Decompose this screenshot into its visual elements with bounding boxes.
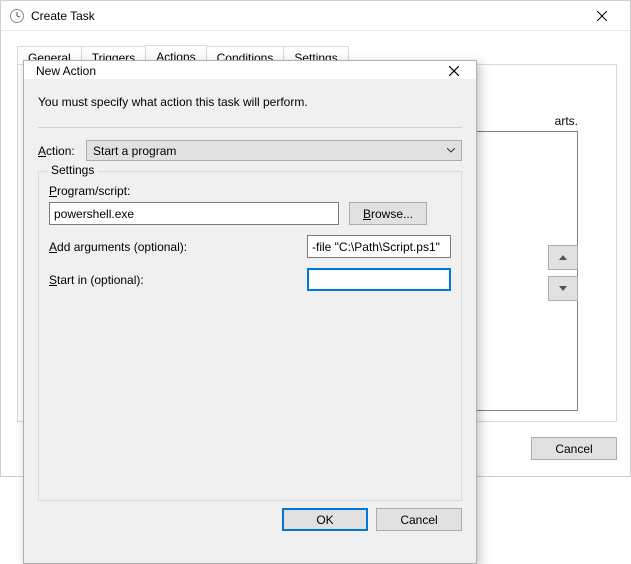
startin-row: Start in (optional): [49,268,451,291]
titlebar: Create Task [1,1,630,31]
dialog-ok-button[interactable]: OK [282,508,368,531]
settings-legend: Settings [47,163,98,177]
action-select-value: Start a program [93,144,176,158]
dialog-instruction: You must specify what action this task w… [38,95,462,109]
args-label: Add arguments (optional): [49,240,187,254]
program-label: Program/script: [49,184,451,198]
peek-text: arts. [555,114,578,128]
browse-button[interactable]: Browse... [349,202,427,225]
outer-button-row: Cancel [531,437,617,460]
settings-fieldset: Settings Program/script: Browse... Add a… [38,171,462,501]
startin-label: Start in (optional): [49,273,144,287]
dialog-titlebar: New Action [24,61,476,79]
startin-input[interactable] [307,268,451,291]
triangle-up-icon [559,255,567,260]
dialog-body: You must specify what action this task w… [24,79,476,545]
dialog-cancel-button[interactable]: Cancel [376,508,462,531]
action-select[interactable]: Start a program [86,140,462,161]
action-row: Action: Start a program [38,140,462,161]
args-row: Add arguments (optional): [49,235,451,258]
new-action-dialog: New Action You must specify what action … [23,60,477,564]
move-down-button[interactable] [548,276,578,301]
action-label: Action: [38,144,86,158]
program-row: Browse... [49,202,451,225]
chevron-down-icon [447,148,455,153]
dialog-button-row: OK Cancel [282,508,462,531]
window-title: Create Task [31,9,582,23]
cancel-button[interactable]: Cancel [531,437,617,460]
close-icon [449,66,459,76]
clock-icon [9,8,25,24]
close-icon [597,11,607,21]
triangle-down-icon [559,286,567,291]
divider [38,127,462,128]
close-button[interactable] [582,2,622,30]
dialog-title: New Action [36,64,442,78]
move-up-button[interactable] [548,245,578,270]
args-input[interactable] [307,235,451,258]
reorder-buttons [548,245,578,301]
program-input[interactable] [49,202,339,225]
